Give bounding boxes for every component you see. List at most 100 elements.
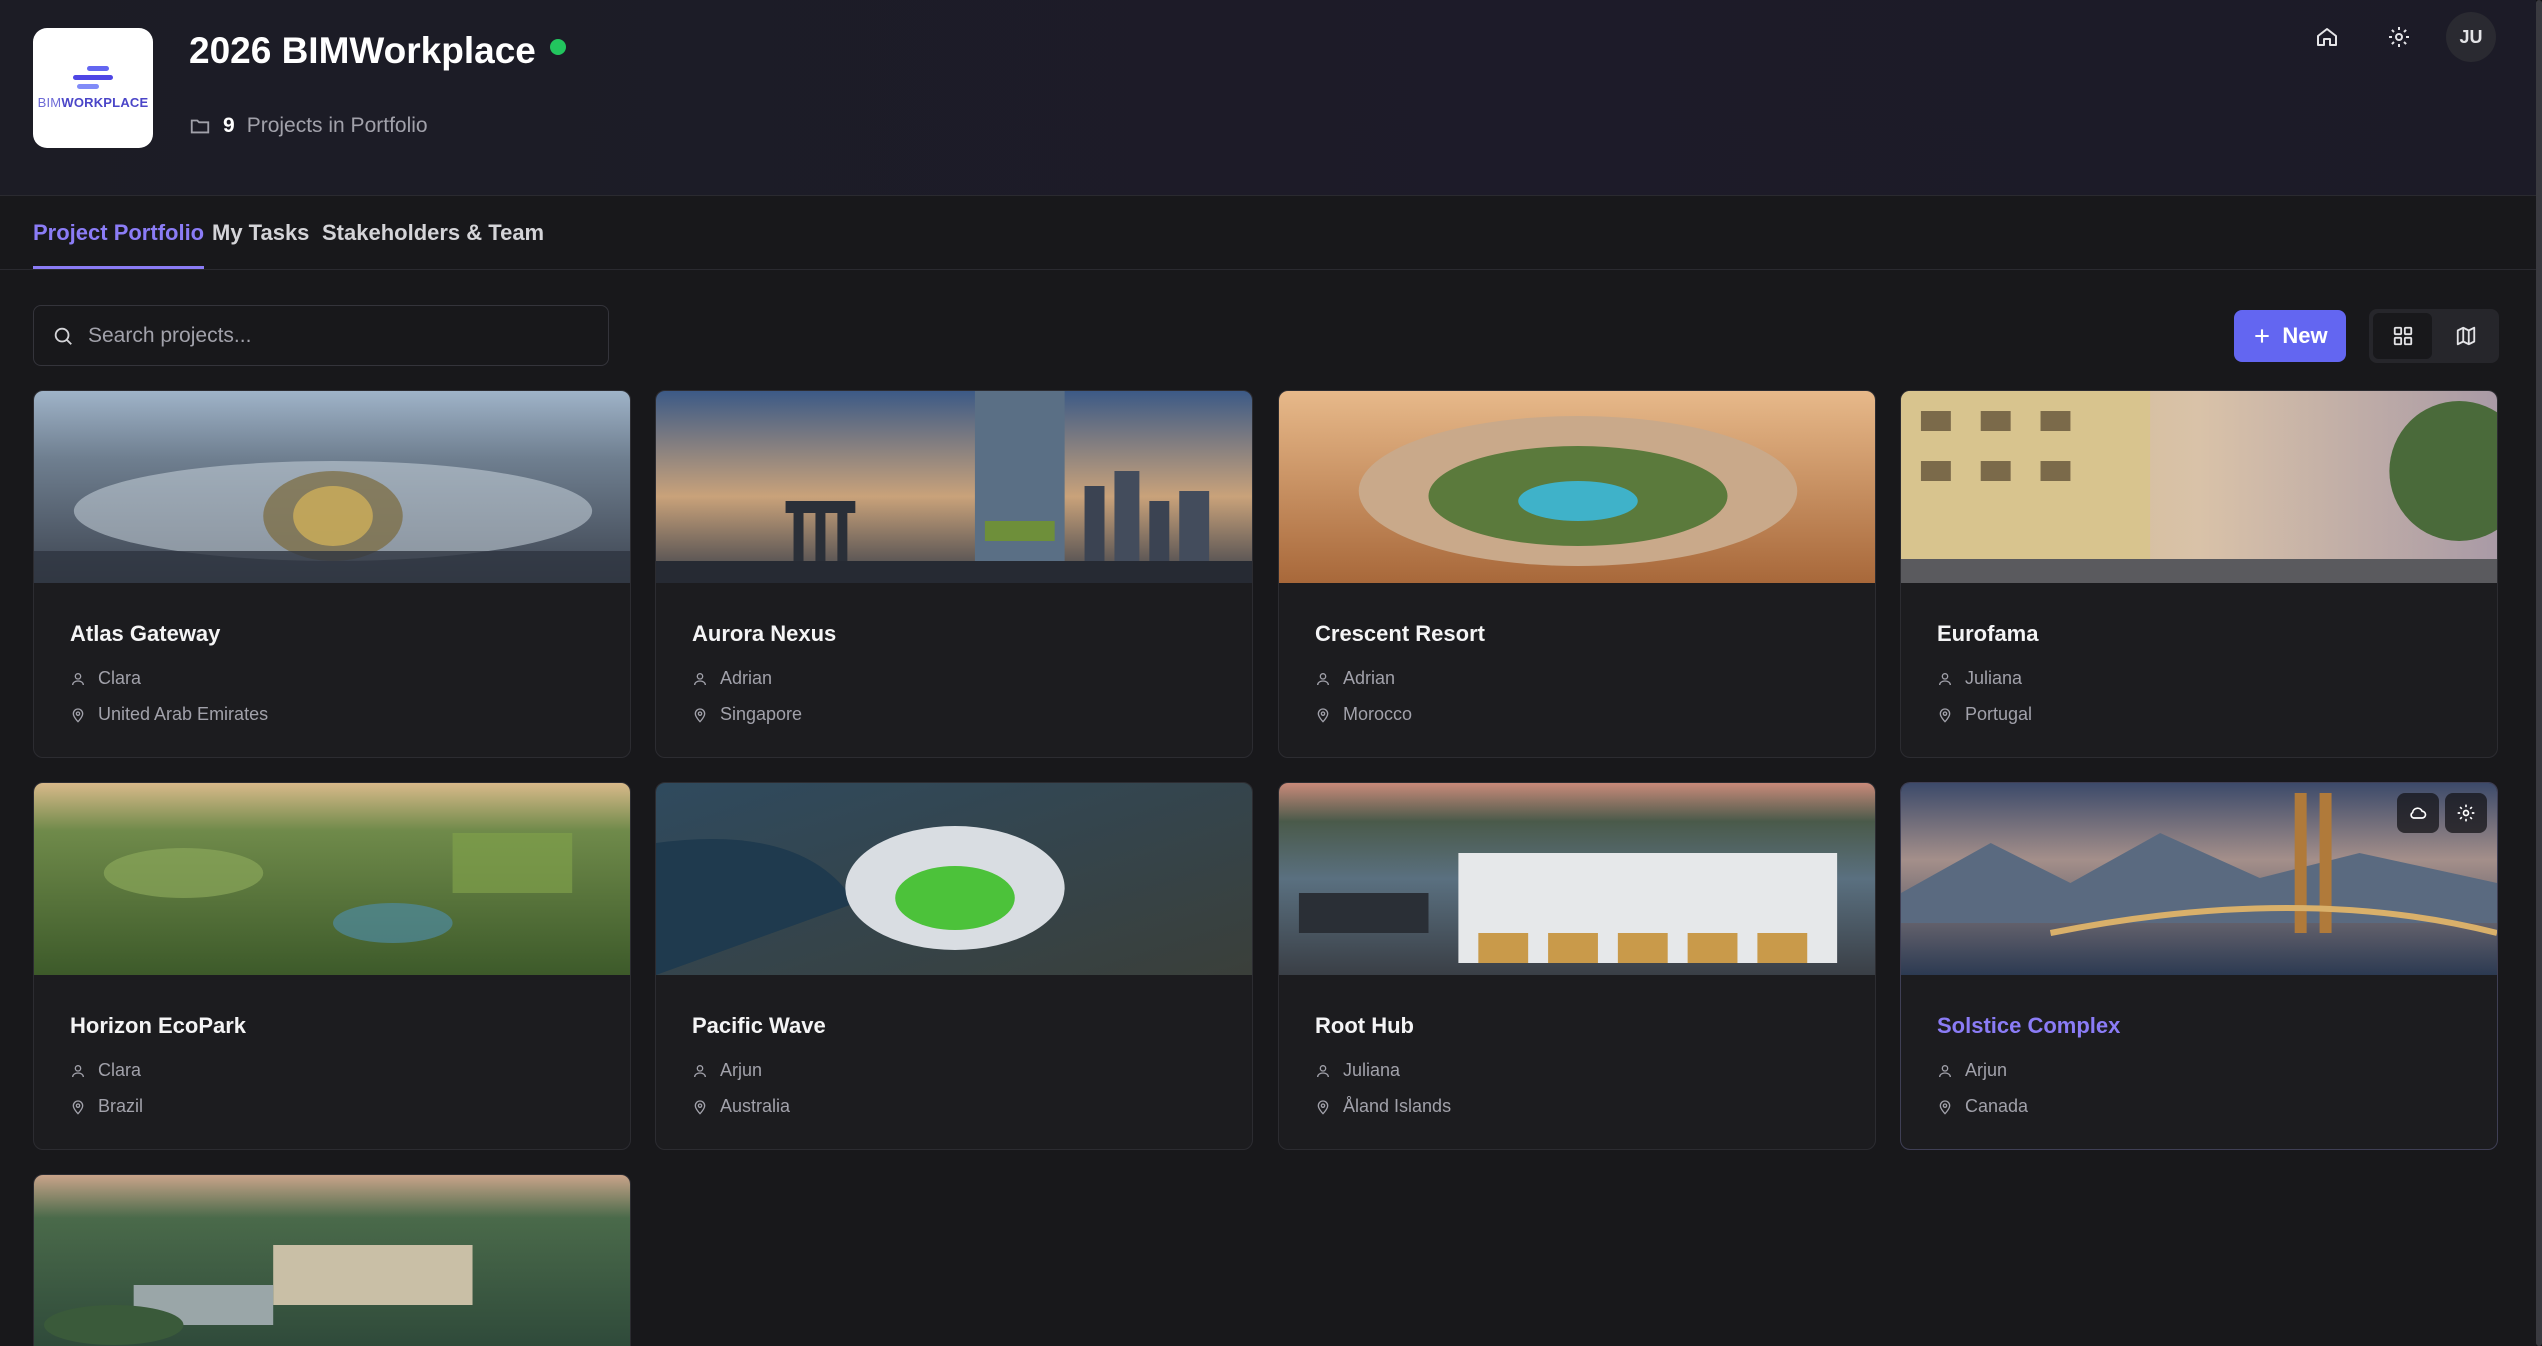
project-name[interactable]: Atlas Gateway — [70, 621, 220, 647]
page-title: 2026 BIMWorkplace — [189, 30, 566, 72]
user-icon — [1317, 672, 1329, 685]
project-card[interactable]: Eurofama Juliana Portugal — [1900, 390, 2498, 758]
owner-name: Clara — [98, 668, 142, 688]
home-button[interactable] — [2302, 12, 2352, 62]
location-name: Singapore — [720, 704, 803, 724]
tab-my-tasks[interactable]: My Tasks — [212, 220, 309, 266]
header-actions: JU — [2302, 12, 2496, 62]
project-image-ecopark — [34, 783, 630, 975]
tab-stakeholders-team[interactable]: Stakeholders & Team — [322, 220, 544, 266]
scrollbar-thumb[interactable] — [2536, 0, 2542, 1346]
location-name: Morocco — [1343, 704, 1413, 724]
project-owner: Clara — [70, 668, 141, 689]
project-name[interactable]: Root Hub — [1315, 1013, 1414, 1039]
owner-name: Arjun — [1965, 1060, 2008, 1080]
app-header: BIMWORKPLACE 2026 BIMWorkplace 9 Project… — [0, 0, 2536, 196]
location-name: Canada — [1965, 1096, 2029, 1116]
project-card[interactable]: Solstice Complex Arjun Canada — [1900, 782, 2498, 1150]
scrollbar-track[interactable] — [2536, 0, 2542, 1346]
cloud-sync-button[interactable] — [2397, 793, 2439, 833]
owner-name: Clara — [98, 1060, 142, 1080]
map-pin-icon — [694, 707, 706, 723]
user-avatar[interactable]: JU — [2446, 12, 2496, 62]
owner-name: Juliana — [1965, 668, 2023, 688]
project-card[interactable]: Horizon EcoPark Clara Brazil — [33, 782, 631, 1150]
project-location: Brazil — [70, 1096, 143, 1117]
project-location: Portugal — [1937, 704, 2032, 725]
search-icon — [54, 327, 72, 345]
map-view-button[interactable] — [2436, 313, 2495, 359]
project-card[interactable] — [33, 1174, 631, 1346]
gear-icon — [2457, 804, 2475, 822]
project-location: Morocco — [1315, 704, 1412, 725]
project-location: United Arab Emirates — [70, 704, 268, 725]
map-pin-icon — [1317, 1099, 1329, 1115]
location-name: United Arab Emirates — [98, 704, 269, 724]
folder-icon — [190, 119, 210, 134]
project-name[interactable]: Solstice Complex — [1937, 1013, 2120, 1039]
map-pin-icon — [694, 1099, 706, 1115]
user-icon — [694, 1064, 706, 1077]
search-box — [33, 305, 609, 366]
project-image-stadium — [656, 783, 1252, 975]
user-icon — [72, 1064, 84, 1077]
project-image-desert-resort — [1279, 391, 1875, 583]
project-owner: Clara — [70, 1060, 141, 1081]
app-logo: BIMWORKPLACE — [33, 28, 153, 148]
project-name[interactable]: Eurofama — [1937, 621, 2038, 647]
project-owner: Adrian — [1315, 668, 1395, 689]
project-card[interactable]: Pacific Wave Arjun Australia — [655, 782, 1253, 1150]
new-button-label: New — [2282, 323, 2328, 348]
project-location: Singapore — [692, 704, 802, 725]
location-name: Brazil — [98, 1096, 144, 1116]
tab-project-portfolio[interactable]: Project Portfolio — [33, 220, 205, 269]
project-owner: Arjun — [692, 1060, 762, 1081]
project-card[interactable]: Root Hub Juliana Åland Islands — [1278, 782, 1876, 1150]
project-owner: Juliana — [1937, 668, 2022, 689]
project-image-airport — [34, 391, 630, 583]
user-icon — [1939, 1064, 1951, 1077]
map-pin-icon — [1939, 1099, 1951, 1115]
project-image-campus — [34, 1175, 630, 1346]
owner-name: Adrian — [720, 668, 773, 688]
user-icon — [1317, 1064, 1329, 1077]
owner-name: Arjun — [720, 1060, 763, 1080]
project-card[interactable]: Crescent Resort Adrian Morocco — [1278, 390, 1876, 758]
map-pin-icon — [72, 1099, 84, 1115]
user-icon — [72, 672, 84, 685]
cloud-icon — [2410, 807, 2427, 819]
project-name[interactable]: Crescent Resort — [1315, 621, 1485, 647]
project-owner: Adrian — [692, 668, 772, 689]
project-owner: Juliana — [1315, 1060, 1400, 1081]
status-indicator-online — [549, 39, 566, 55]
project-location: Canada — [1937, 1096, 2028, 1117]
search-input[interactable] — [88, 323, 568, 348]
project-card[interactable]: Aurora Nexus Adrian Singapore — [655, 390, 1253, 758]
map-icon — [2456, 326, 2475, 346]
project-count: 9 Projects in Portfolio — [189, 114, 428, 138]
map-pin-icon — [1317, 707, 1329, 723]
location-name: Portugal — [1965, 704, 2033, 724]
owner-name: Juliana — [1343, 1060, 1401, 1080]
plus-icon — [2255, 329, 2270, 343]
main-tabs: Project Portfolio My Tasks Stakeholders … — [0, 198, 2536, 270]
settings-button[interactable] — [2374, 12, 2424, 62]
project-name[interactable]: Aurora Nexus — [692, 621, 836, 647]
location-name: Åland Islands — [1343, 1096, 1452, 1116]
grid-icon — [2393, 326, 2412, 346]
project-name[interactable]: Horizon EcoPark — [70, 1013, 246, 1039]
project-count-number: 9 — [223, 114, 235, 137]
new-project-button[interactable]: New — [2234, 310, 2346, 362]
gear-icon — [2389, 27, 2409, 47]
location-name: Australia — [720, 1096, 791, 1116]
project-image-skyline — [656, 391, 1252, 583]
workspace-title: 2026 BIMWorkplace — [189, 30, 536, 71]
project-owner: Arjun — [1937, 1060, 2007, 1081]
logo-mark-icon — [73, 66, 113, 89]
project-card[interactable]: Atlas Gateway Clara United Arab Emirates — [33, 390, 631, 758]
project-name[interactable]: Pacific Wave — [692, 1013, 826, 1039]
project-settings-button[interactable] — [2445, 793, 2487, 833]
grid-view-button[interactable] — [2373, 313, 2432, 359]
logo-text: BIMWORKPLACE — [37, 95, 149, 110]
user-icon — [694, 672, 706, 685]
